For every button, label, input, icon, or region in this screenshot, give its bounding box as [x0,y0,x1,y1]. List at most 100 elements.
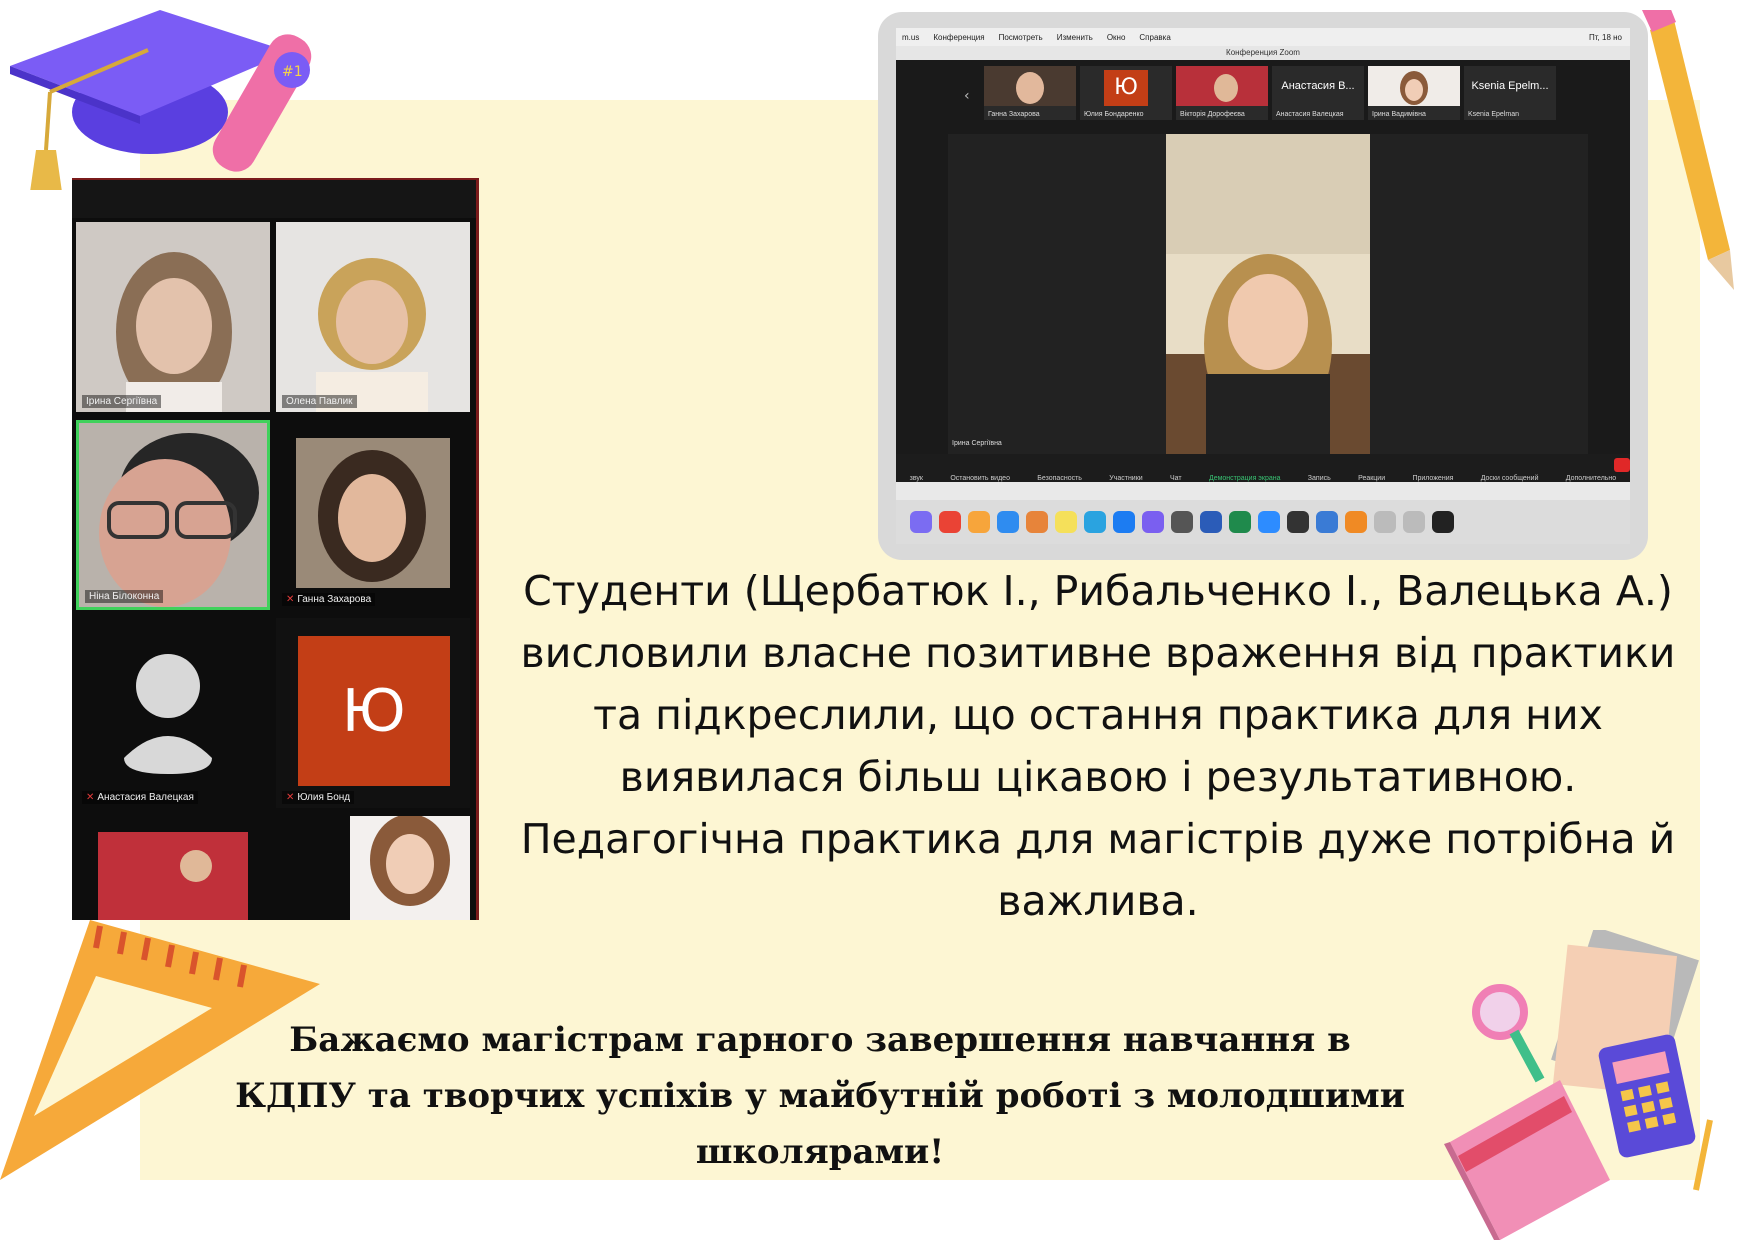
thumb-tile[interactable]: Ksenia Epelm... Ksenia Epelman [1464,66,1556,120]
menu-item[interactable]: m.us [902,33,919,42]
toolbar-security[interactable]: Безопасность [1037,475,1082,482]
word-icon[interactable] [1200,511,1222,533]
menu-item[interactable]: Справка [1139,33,1170,42]
participant-photo [76,222,270,412]
zoom-gallery-screenshot: Ірина Сергіївна Олена Павлик Ніна Білоко… [72,178,479,920]
mic-muted-icon: ✕ [286,792,295,803]
quicktime-icon[interactable] [1287,511,1309,533]
menu-item[interactable]: Окно [1107,33,1126,42]
laptop-screenshot: m.us Конференция Посмотреть Изменить Окн… [878,12,1648,560]
zoom-toolbar: звук Остановить видео Безопасность Участ… [896,454,1630,484]
toolbar-reactions[interactable]: Реакции [1358,475,1385,482]
participant-name: Ірина Сергіївна [82,395,162,408]
toolbar-audio[interactable]: звук [910,475,923,482]
wish-text: Бажаємо магістрам гарного завершення нав… [235,1020,1405,1172]
toolbar-apps[interactable]: Приложения [1412,475,1453,482]
participant-photo [276,420,470,610]
diploma-icon: #1 [212,34,312,172]
end-meeting-button[interactable] [1614,458,1630,472]
video-tile [76,816,270,920]
main-paragraph: Студенти (Щербатюк І., Рибальченко І., В… [520,567,1676,925]
chrome-icon[interactable] [939,511,961,533]
window-thumbnail-icon[interactable] [1403,511,1425,533]
thumb-tile[interactable]: Ганна Захарова [984,66,1076,120]
participant-photo [76,816,270,920]
toolbar-more[interactable]: Дополнительно [1566,475,1616,482]
avatar-placeholder-icon [76,618,270,808]
toolbar-stop-video[interactable]: Остановить видео [950,475,1010,482]
video-tile: Ю ✕ Юлия Бонд [276,618,470,808]
participant-strip: Ганна Захарова Ю Юлия Бондаренко Вікторі… [984,66,1556,124]
video-tile-active: Ніна Білоконна [76,420,270,610]
excel-icon[interactable] [1229,511,1251,533]
participant-photo [1176,66,1268,106]
chevron-left-icon[interactable]: ‹ [964,88,970,104]
gallery-topbar [72,180,476,218]
mac-menubar: m.us Конференция Посмотреть Изменить Окн… [896,28,1630,46]
participant-photo [1166,134,1370,454]
thumb-name: Анастасия Валецкая [1276,111,1344,118]
stationery-icon [1444,930,1713,1240]
video-tile: Ірина Сергіївна [76,222,270,412]
video-tile: Олена Павлик [276,222,470,412]
vlc-icon[interactable] [1345,511,1367,533]
menu-item[interactable]: Посмотреть [999,33,1043,42]
speaker-name: Ірина Сергіївна [952,440,1002,447]
participant-photo [984,66,1076,106]
notes-icon[interactable] [1055,511,1077,533]
window-title: Конференция Zoom [896,46,1630,60]
participant-photo [79,423,267,607]
toolbar-share-screen[interactable]: Демонстрация экрана [1209,475,1281,482]
thumb-name: Ганна Захарова [988,111,1040,118]
active-speaker-video [1166,134,1370,454]
video-tile: ✕ Ганна Захарова [276,420,470,610]
participant-photo [276,222,470,412]
zoom-icon[interactable] [1258,511,1280,533]
thumb-name: Вікторія Дорофеєва [1180,111,1245,118]
toolbar-whiteboards[interactable]: Доски сообщений [1481,475,1539,482]
participant-name: ✕ Юлия Бонд [282,791,355,804]
menubar-clock: Пт, 18 но [1589,32,1622,42]
appstore-icon[interactable] [1113,511,1135,533]
menu-item[interactable]: Изменить [1057,33,1093,42]
thumb-big-name: Ksenia Epelm... [1471,80,1549,92]
photos-icon[interactable] [968,511,990,533]
thumb-big-name: Анастасия В... [1281,80,1355,92]
window-thumbnail-icon[interactable] [1432,511,1454,533]
books-icon[interactable] [1026,511,1048,533]
thumb-tile[interactable]: Анастасия В... Анастасия Валецкая [1272,66,1364,120]
mail-icon[interactable] [1316,511,1338,533]
launchpad-icon[interactable] [910,511,932,533]
thumb-tile[interactable]: Ірина Вадимівна [1368,66,1460,120]
thumb-tile[interactable]: Вікторія Дорофеєва [1176,66,1268,120]
settings-icon[interactable] [1171,511,1193,533]
video-tile: ✕ Анастасия Валецкая [76,618,270,808]
telegram-icon[interactable] [1084,511,1106,533]
participant-photo [276,816,470,920]
toolbar-record[interactable]: Запись [1308,475,1331,482]
toolbar-chat[interactable]: Чат [1170,475,1182,482]
participant-photo [1368,66,1460,106]
thumb-tile[interactable]: Ю Юлия Бондаренко [1080,66,1172,120]
participant-initial-avatar: Ю [1104,70,1148,106]
safari-icon[interactable] [997,511,1019,533]
menu-item[interactable]: Конференция [933,33,984,42]
participant-name: Ніна Білоконна [85,590,164,603]
viber-icon[interactable] [1142,511,1164,533]
mic-muted-icon: ✕ [86,792,95,803]
toolbar-participants[interactable]: Участники [1109,475,1142,482]
thumb-name: Ірина Вадимівна [1372,111,1426,118]
video-tile [276,816,470,920]
thumb-name: Юлия Бондаренко [1084,111,1144,118]
svg-text:#1: #1 [282,64,303,80]
notification-strip [896,482,1630,500]
mac-dock [896,500,1630,544]
participant-name: Олена Павлик [282,395,357,408]
triangle-ruler-icon [0,920,320,1180]
participant-initial-avatar: Ю [298,636,450,786]
zoom-screen: m.us Конференция Посмотреть Изменить Окн… [896,28,1630,544]
participant-name: ✕ Ганна Захарова [282,593,376,606]
thumb-name: Ksenia Epelman [1468,111,1519,118]
window-thumbnail-icon[interactable] [1374,511,1396,533]
participant-name: ✕ Анастасия Валецкая [82,791,198,804]
